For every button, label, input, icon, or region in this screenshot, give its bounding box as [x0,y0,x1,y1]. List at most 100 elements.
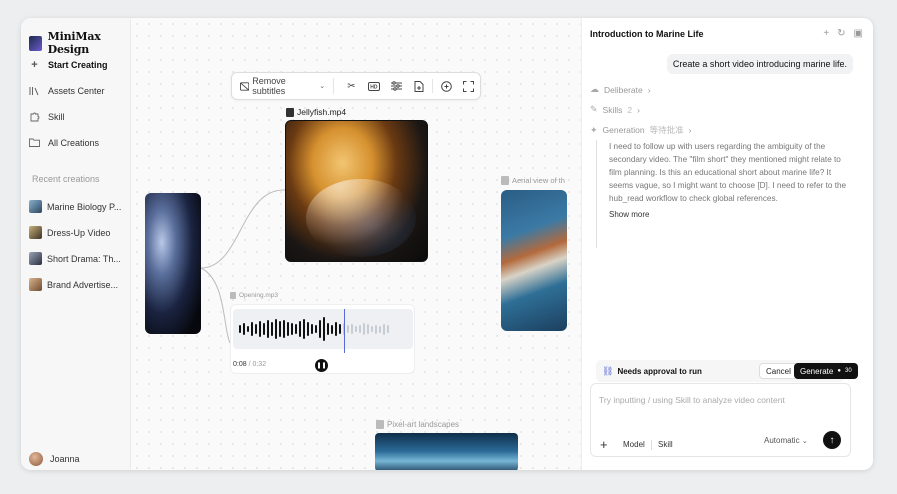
scissors-icon[interactable]: ✂ [340,78,362,94]
panel-toggle-icon[interactable]: ▣ [854,28,863,39]
recent-item-brand-advertise[interactable]: Brand Advertise... [29,278,118,291]
nav-label: Skill [48,111,65,122]
message-composer[interactable]: Try inputting / using Skill to analyze v… [590,383,851,457]
waveform-bar [251,322,253,336]
remove-subtitles-dropdown[interactable]: Remove subtitles ⌄ [240,76,335,96]
recent-item-label: Dress-Up Video [47,227,111,238]
waveform-bar [335,322,337,336]
audio-waveform[interactable] [233,309,413,353]
waveform-bar [271,322,273,336]
waveform-bar [311,324,313,334]
puzzle-icon [29,111,40,122]
brain-icon: ☁ [590,84,599,94]
pause-button[interactable]: ❚❚ [315,359,328,372]
folder-icon [29,137,40,148]
chevron-down-icon: ⌄ [319,83,326,90]
waveform-bar [355,326,357,332]
waveform-bar [303,319,305,339]
user-profile[interactable]: Joanna [29,452,80,466]
step-label: Deliberate [604,84,643,95]
waveform-bar [291,323,293,335]
approval-text: Needs approval to run [617,366,702,376]
panel-title: Introduction to Marine Life [590,29,704,39]
credit-count: 30 [844,368,852,374]
nav-start-creating[interactable]: + Start Creating [29,59,107,71]
brand-logo[interactable]: MiniMax Design [29,30,130,56]
cancel-button[interactable]: Cancel [759,363,798,379]
avatar [29,452,43,466]
waveform-bar [319,320,321,338]
comment-icon[interactable] [435,78,457,94]
waveform-bar [263,323,265,335]
audio-player[interactable]: 0:08 / 0:32 ❚❚ [230,304,415,374]
show-more-link[interactable]: Show more [609,208,850,221]
step-generation[interactable]: ✦ Generation 等待批准 › [590,124,691,136]
history-icon[interactable]: ↻ [837,28,845,39]
credit-icon: ● [837,368,841,374]
waveform-bar [243,323,245,335]
panel-actions: + ↻ ▣ [823,28,863,39]
recent-item-label: Marine Biology P... [47,201,122,212]
aerial-file-label: Aerial view of th [501,176,565,185]
waveform-bar [371,326,373,332]
mode-label: Automatic [764,436,800,445]
waveform-bar [363,323,365,335]
waveform-bars [239,309,389,349]
recent-item-marine-biology[interactable]: Marine Biology P... [29,200,121,213]
new-chat-icon[interactable]: + [823,28,829,39]
playhead[interactable] [344,309,345,353]
generate-button[interactable]: Generate ● 30 [794,363,858,379]
thumbnail [29,252,42,265]
jellyfish-video-card[interactable] [285,120,428,262]
pixel-art-label: Pixel-art landscapes [376,420,459,429]
chevron-right-icon: › [688,125,692,135]
app-window: MiniMax Design + Start Creating Assets C… [21,18,873,470]
jellyfish-blue-clip[interactable] [145,193,201,334]
aerial-view-card[interactable] [501,190,567,331]
composer-input[interactable]: Try inputting / using Skill to analyze v… [599,395,785,405]
step-label: Generation [602,125,645,135]
image-file-icon [501,176,509,185]
nav-all-creations[interactable]: All Creations [29,137,99,148]
video-file-icon [286,107,294,117]
file-name: Opening.mp3 [239,292,279,299]
waveform-bar [387,325,389,333]
waveform-bar [383,323,385,335]
waveform-bar [379,325,381,333]
fullscreen-icon[interactable] [458,78,480,94]
waveform-bar [347,325,349,333]
step-skills[interactable]: ✎ Skills 2 › [590,104,640,115]
nav-assets-center[interactable]: Assets Center [29,85,105,96]
waveform-bar [331,324,333,334]
nav-label: Assets Center [48,85,105,96]
hd-icon[interactable]: HD [363,78,385,94]
logo-icon [29,35,42,51]
file-name: Pixel-art landscapes [387,420,460,429]
nav-skill[interactable]: Skill [29,111,65,122]
file-export-icon[interactable] [408,78,430,94]
send-button[interactable]: ↑ [823,431,841,449]
pixel-art-card[interactable] [375,433,518,470]
canvas[interactable]: Remove subtitles ⌄ ✂ HD Jellyfish.mp4 Ae… [131,18,581,470]
recent-item-short-drama[interactable]: Short Drama: Th... [29,252,121,265]
total-time: / 0:32 [248,361,267,368]
chevron-right-icon: › [637,104,640,115]
file-name: Jellyfish.mp4 [297,107,347,117]
skill-button[interactable]: Skill [658,440,673,449]
adjust-icon[interactable] [385,78,407,94]
recent-item-dress-up[interactable]: Dress-Up Video [29,226,110,239]
thumbnail [29,226,42,239]
thumbnail [29,200,42,213]
thumbnail [29,278,42,291]
brand-name: MiniMax Design [47,30,101,56]
mode-select[interactable]: Automatic ⌄ [764,436,808,445]
image-file-icon [376,420,384,429]
add-attachment-icon[interactable]: + [600,437,608,452]
waveform-bar [259,321,261,337]
approval-bar: ⛓ Needs approval to run Cancel Generate … [596,360,858,382]
model-button[interactable]: Model [623,440,645,449]
chat-panel: Introduction to Marine Life + ↻ ▣ Create… [581,18,873,470]
step-deliberate[interactable]: ☁ Deliberate › [590,84,651,95]
chevron-right-icon: › [647,84,651,95]
sidebar: MiniMax Design + Start Creating Assets C… [21,18,131,470]
